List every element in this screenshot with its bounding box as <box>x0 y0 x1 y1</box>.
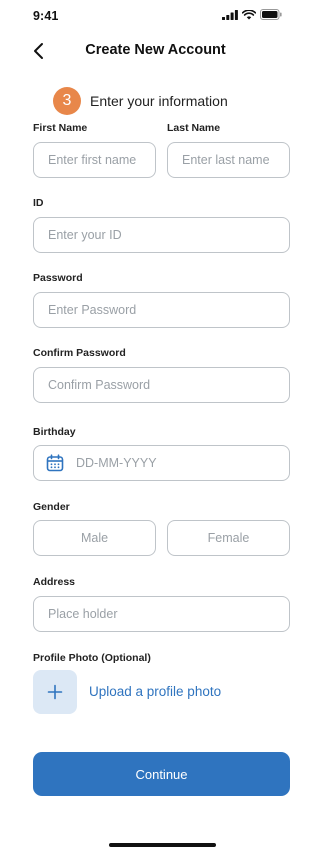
confirm-password-label: Confirm Password <box>33 347 126 359</box>
status-time: 9:41 <box>33 9 59 23</box>
birthday-field[interactable] <box>33 445 290 481</box>
home-indicator[interactable] <box>109 843 216 847</box>
gender-female-button[interactable]: Female <box>167 520 290 556</box>
address-input[interactable] <box>46 606 289 622</box>
password-label: Password <box>33 272 83 284</box>
upload-photo-link[interactable]: Upload a profile photo <box>89 684 221 699</box>
step-indicator: 3 Enter your information <box>53 87 228 115</box>
gender-female-label: Female <box>207 531 250 545</box>
password-field[interactable] <box>33 292 290 328</box>
last-name-label: Last Name <box>167 122 221 134</box>
signal-icon <box>222 9 238 20</box>
battery-icon <box>260 9 282 20</box>
last-name-field[interactable] <box>167 142 290 178</box>
gender-label: Gender <box>33 501 70 513</box>
birthday-input[interactable] <box>74 455 289 471</box>
first-name-field[interactable] <box>33 142 156 178</box>
screen: 9:41 Create New Account 3 Enter your inf… <box>15 0 296 851</box>
password-input[interactable] <box>46 302 289 318</box>
last-name-input[interactable] <box>180 152 289 168</box>
id-label: ID <box>33 197 44 209</box>
continue-button[interactable]: Continue <box>33 752 290 796</box>
first-name-input[interactable] <box>46 152 155 168</box>
calendar-icon[interactable] <box>46 454 64 472</box>
address-field[interactable] <box>33 596 290 632</box>
address-label: Address <box>33 576 76 588</box>
upload-photo-button[interactable] <box>33 670 77 714</box>
birthday-label: Birthday <box>33 426 76 438</box>
id-input[interactable] <box>46 227 289 243</box>
gender-male-label: Male <box>80 531 109 545</box>
wifi-icon <box>242 9 256 19</box>
status-bar: 9:41 <box>15 0 296 26</box>
first-name-label: First Name <box>33 122 88 134</box>
header: Create New Account <box>15 36 296 66</box>
plus-icon <box>47 684 63 700</box>
confirm-password-input[interactable] <box>46 377 289 393</box>
status-icons <box>222 9 282 20</box>
step-number-badge: 3 <box>53 87 81 115</box>
step-title: Enter your information <box>90 93 228 109</box>
profile-photo-label: Profile Photo (Optional) <box>33 652 151 664</box>
confirm-password-field[interactable] <box>33 367 290 403</box>
page-title: Create New Account <box>85 42 226 58</box>
gender-male-button[interactable]: Male <box>33 520 156 556</box>
id-field[interactable] <box>33 217 290 253</box>
